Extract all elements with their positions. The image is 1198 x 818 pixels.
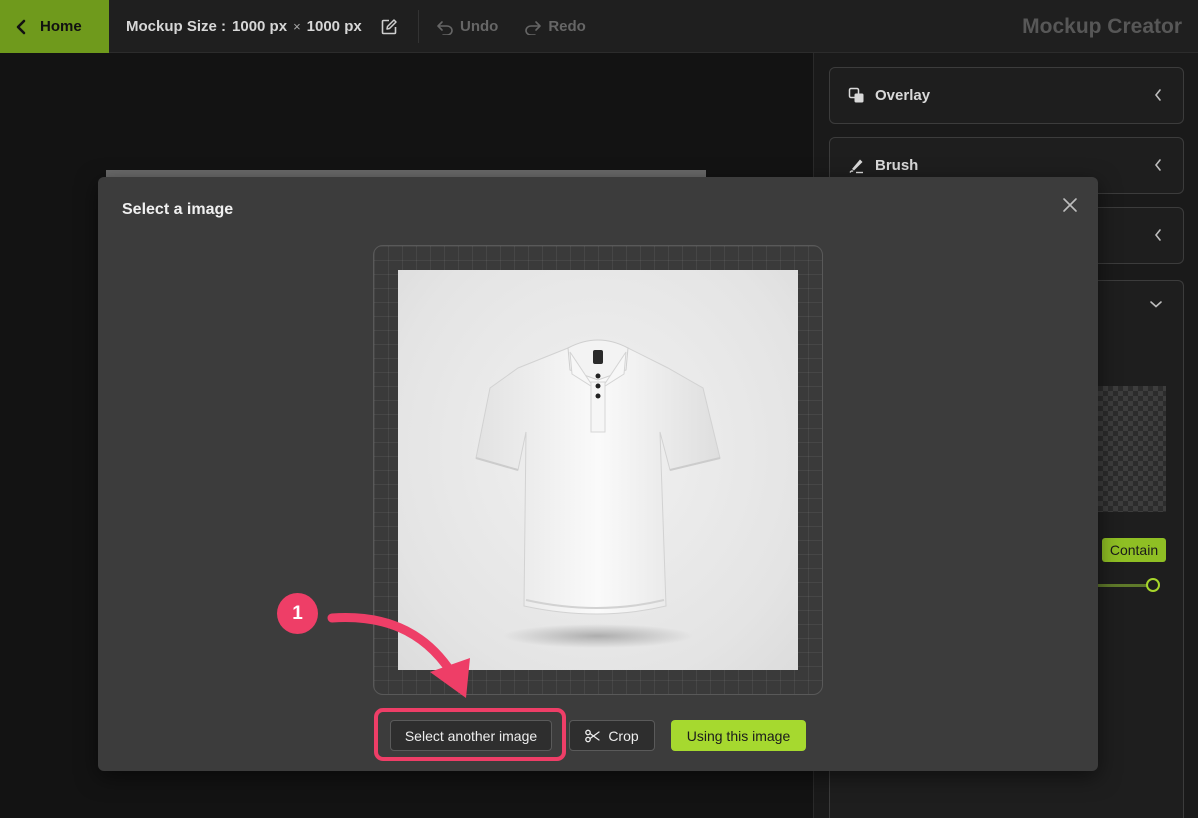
- times-sign: ×: [293, 19, 301, 34]
- chevron-left-icon: [16, 19, 26, 34]
- chevron-down-icon[interactable]: [1149, 299, 1163, 309]
- redo-label: Redo: [548, 18, 586, 35]
- chevron-left-icon: [1154, 229, 1161, 241]
- contain-button[interactable]: Contain: [1102, 538, 1166, 562]
- home-label: Home: [40, 18, 82, 35]
- chevron-left-icon: [1154, 159, 1161, 171]
- app-title: Mockup Creator: [1022, 14, 1182, 38]
- select-image-dialog: Select a image Select another image Crop…: [98, 177, 1098, 771]
- mockup-width: 1000 px: [232, 18, 288, 35]
- crop-button[interactable]: Crop: [569, 720, 655, 751]
- mockup-size-label: Mockup Size :: [126, 18, 227, 35]
- undo-icon: [437, 20, 453, 35]
- top-bar: Home Mockup Size : 1000 px × 1000 px Und…: [0, 0, 1198, 53]
- chevron-left-icon: [1154, 89, 1161, 101]
- crop-label: Crop: [608, 727, 639, 744]
- curved-arrow-icon: [327, 613, 470, 698]
- toolbar-divider: [418, 10, 419, 43]
- panel-brush-label: Brush: [875, 157, 919, 174]
- step-number-badge: 1: [277, 593, 318, 634]
- home-button[interactable]: Home: [0, 0, 109, 53]
- transparent-preview: [1098, 386, 1166, 512]
- undo-button[interactable]: Undo: [436, 18, 498, 35]
- history-controls: Undo Redo: [436, 0, 586, 53]
- dialog-title: Select a image: [122, 201, 234, 218]
- close-icon[interactable]: [1062, 197, 1078, 213]
- slider-track[interactable]: [1098, 584, 1148, 587]
- panel-overlay[interactable]: Overlay: [829, 67, 1184, 124]
- slider-handle[interactable]: [1146, 578, 1160, 592]
- scissors-icon: [585, 729, 600, 742]
- redo-button[interactable]: Redo: [524, 18, 586, 35]
- use-this-image-button[interactable]: Using this image: [671, 720, 806, 751]
- mockup-size: Mockup Size : 1000 px × 1000 px: [126, 0, 398, 53]
- panel-overlay-label: Overlay: [875, 87, 931, 104]
- annotation-highlight: [374, 708, 566, 761]
- brush-icon: [849, 159, 863, 174]
- redo-icon: [525, 20, 542, 35]
- mockup-height: 1000 px: [306, 18, 362, 35]
- undo-label: Undo: [460, 18, 499, 35]
- overlay-icon: [848, 87, 864, 103]
- edit-icon[interactable]: [380, 18, 398, 36]
